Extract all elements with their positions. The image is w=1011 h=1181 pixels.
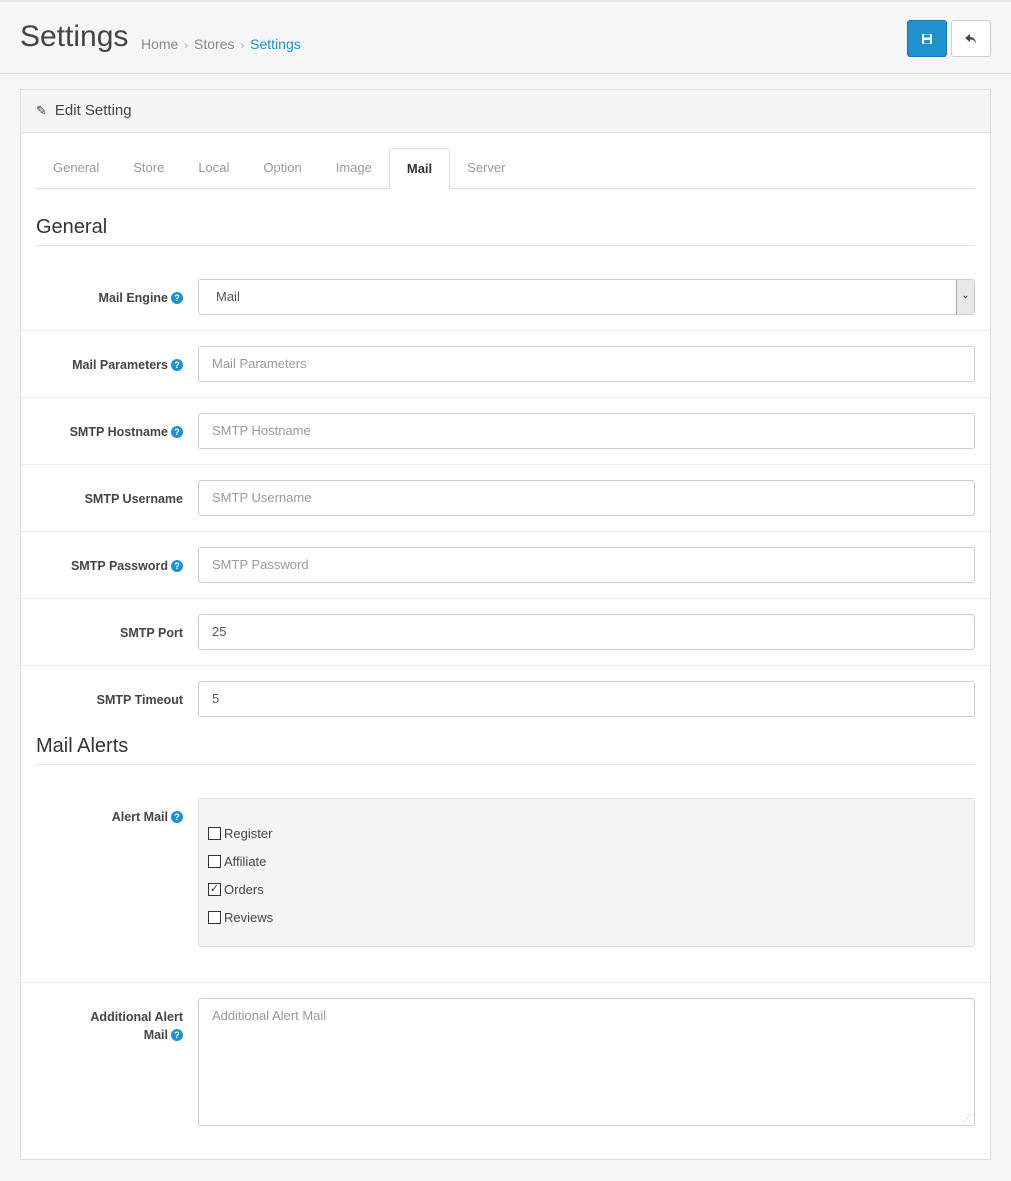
- reply-icon: [965, 33, 976, 44]
- checkbox-unchecked-icon[interactable]: [208, 826, 221, 840]
- smtp-hostname-input[interactable]: SMTP Hostname: [198, 413, 975, 449]
- mail-engine-value: Mail: [216, 289, 240, 304]
- save-button[interactable]: [907, 20, 947, 57]
- checkbox-affiliate[interactable]: Affiliate: [208, 847, 965, 875]
- checkbox-checked-icon[interactable]: ✓: [208, 882, 221, 896]
- breadcrumb-settings[interactable]: Settings: [250, 36, 301, 52]
- form-row-smtp-password: SMTP Password? SMTP Password: [21, 531, 990, 598]
- floppy-disk-icon: [922, 33, 932, 44]
- panel-title: Edit Setting: [54, 102, 132, 119]
- form-row-additional-alert-mail: Additional Alert Mail? Additional Alert …: [21, 982, 990, 1141]
- additional-alert-mail-label: Additional Alert Mail: [90, 1010, 183, 1042]
- checkbox-register[interactable]: Register: [208, 819, 965, 847]
- resize-grip-icon[interactable]: ⋰: [963, 1114, 971, 1123]
- section-general-heading: General: [36, 189, 975, 246]
- tab-image[interactable]: Image: [319, 148, 389, 188]
- tab-local[interactable]: Local: [181, 148, 246, 188]
- breadcrumb-separator-icon: ›: [240, 40, 245, 52]
- checkbox-label: Reviews: [224, 909, 274, 925]
- smtp-port-input[interactable]: 25: [198, 614, 975, 650]
- help-icon[interactable]: ?: [171, 1029, 183, 1041]
- form-row-alert-mail: Alert Mail? Register Affiliate ✓ Orders R…: [21, 783, 990, 982]
- mail-parameters-label: Mail Parameters: [72, 358, 168, 372]
- alert-mail-label: Alert Mail: [111, 810, 168, 824]
- breadcrumb-home[interactable]: Home: [141, 36, 178, 52]
- page-title: Settings: [20, 20, 129, 53]
- form-row-mail-parameters: Mail Parameters? Mail Parameters: [21, 330, 990, 397]
- checkbox-label: Register: [224, 825, 273, 841]
- checkbox-orders[interactable]: ✓ Orders: [208, 875, 965, 903]
- smtp-timeout-label: SMTP Timeout: [96, 693, 183, 707]
- help-icon[interactable]: ?: [171, 560, 183, 572]
- form-row-mail-engine: Mail Engine? Mail ⌄: [21, 264, 990, 330]
- tab-option[interactable]: Option: [246, 148, 318, 188]
- form-row-smtp-hostname: SMTP Hostname? SMTP Hostname: [21, 397, 990, 464]
- section-mail-alerts-heading: Mail Alerts: [36, 717, 975, 765]
- checkbox-unchecked-icon[interactable]: [208, 854, 221, 868]
- help-icon[interactable]: ?: [171, 811, 183, 823]
- smtp-port-label: SMTP Port: [120, 626, 183, 640]
- edit-setting-panel: ✎ Edit Setting General Store Local Option…: [20, 89, 991, 1160]
- checkbox-label: Affiliate: [224, 853, 267, 869]
- smtp-username-input[interactable]: SMTP Username: [198, 480, 975, 516]
- checkbox-label: Orders: [224, 881, 264, 897]
- form-row-smtp-port: SMTP Port 25: [21, 598, 990, 665]
- smtp-timeout-input[interactable]: 5: [198, 681, 975, 717]
- breadcrumb: Home › Stores › Settings: [141, 36, 301, 52]
- panel-heading: ✎ Edit Setting: [21, 90, 990, 133]
- page-header: Settings Home › Stores › Settings: [0, 2, 1011, 74]
- additional-alert-mail-textarea[interactable]: Additional Alert Mail ⋰: [198, 998, 975, 1126]
- help-icon[interactable]: ?: [171, 292, 183, 304]
- smtp-password-label: SMTP Password: [70, 559, 168, 573]
- tab-mail[interactable]: Mail: [388, 148, 451, 189]
- mail-parameters-input[interactable]: Mail Parameters: [198, 346, 975, 382]
- chevron-down-icon: ⌄: [956, 280, 974, 314]
- breadcrumb-stores[interactable]: Stores: [194, 36, 234, 52]
- help-icon[interactable]: ?: [171, 426, 183, 438]
- tab-store[interactable]: Store: [116, 148, 181, 188]
- help-icon[interactable]: ?: [171, 359, 183, 371]
- form-row-smtp-username: SMTP Username SMTP Username: [21, 464, 990, 531]
- pencil-icon: ✎: [36, 103, 47, 118]
- back-button[interactable]: [951, 20, 991, 57]
- tab-server[interactable]: Server: [450, 148, 522, 188]
- checkbox-unchecked-icon[interactable]: [208, 910, 221, 924]
- tab-general[interactable]: General: [36, 148, 116, 188]
- mail-engine-label: Mail Engine: [98, 291, 168, 305]
- alert-mail-checkbox-list: Register Affiliate ✓ Orders Reviews: [198, 798, 975, 947]
- form-row-smtp-timeout: SMTP Timeout 5: [21, 665, 990, 717]
- smtp-hostname-label: SMTP Hostname: [69, 425, 168, 439]
- breadcrumb-separator-icon: ›: [184, 40, 189, 52]
- tab-bar: General Store Local Option Image Mail Se…: [36, 148, 975, 189]
- smtp-username-label: SMTP Username: [84, 492, 183, 506]
- textarea-placeholder: Additional Alert Mail: [212, 1008, 327, 1023]
- mail-engine-select[interactable]: Mail ⌄: [198, 279, 975, 315]
- smtp-password-input[interactable]: SMTP Password: [198, 547, 975, 583]
- checkbox-reviews[interactable]: Reviews: [208, 903, 965, 931]
